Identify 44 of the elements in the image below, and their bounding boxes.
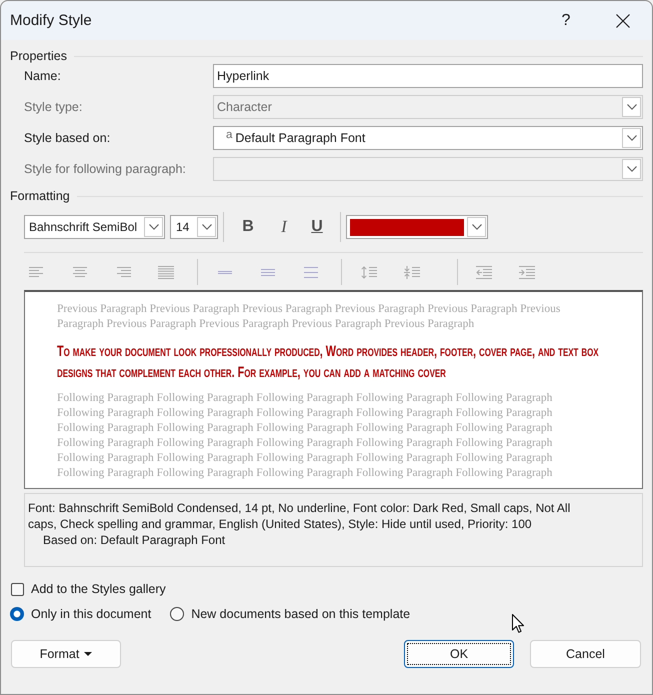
radio-button[interactable] — [170, 607, 184, 621]
section-heading: Formatting — [10, 189, 70, 203]
field-label: Style type: — [24, 100, 84, 114]
dropdown-button[interactable] — [144, 217, 163, 237]
ok-button[interactable]: OK — [404, 640, 514, 668]
checkbox-label[interactable]: Add to the Styles gallery — [31, 582, 166, 596]
field-label: Style for following paragraph: — [24, 162, 187, 176]
caret-down-icon — [84, 652, 92, 656]
mouse-pointer-icon — [512, 614, 524, 633]
dropdown-button[interactable] — [622, 128, 641, 148]
style-description-text: Font: Bahnschrift SemiBold Condensed, 14 pt, No underline, Font color: Dark Red, Small caps, Not All caps, Check spelling and grammar, English (United States), Style: Hide until used, Priority: 100 — [28, 500, 572, 532]
font-color-picker[interactable] — [346, 215, 488, 239]
chevron-down-icon — [626, 135, 636, 141]
radio-label[interactable]: Only in this document — [31, 607, 152, 621]
font-size-dropdown[interactable]: 14 — [170, 215, 218, 239]
chevron-down-icon — [202, 224, 212, 230]
italic-button[interactable]: I — [271, 215, 297, 239]
close-icon — [616, 14, 630, 28]
character-style-marker: a — [226, 129, 232, 141]
text-field[interactable]: Hyperlink — [213, 64, 643, 88]
radio-button[interactable] — [10, 607, 24, 621]
field-label: Style based on: — [24, 131, 112, 145]
previous-paragraph-text: Previous Paragraph Previous Paragraph Previous Paragraph Previous Paragraph Previous Paragraph Previous Paragraph Previous Paragraph Previous Paragraph Previous Paragraph Previous Paragraph — [57, 302, 562, 332]
help-button[interactable]: ? — [551, 6, 581, 36]
format-menu-button[interactable]: Format — [11, 640, 121, 668]
section-heading: Properties — [10, 49, 67, 63]
window-title: Modify Style — [9, 12, 93, 29]
sample-text: To make your document look professionally produced, Word provides header, footer, cover page, and text box designs that complement each other. For example, you can add a matching cover — [57, 342, 600, 383]
font-dropdown[interactable]: Bahnschrift SemiBol — [24, 215, 165, 239]
based-on-text: Based on: Default Paragraph Font — [42, 532, 226, 548]
chevron-down-icon — [626, 166, 636, 172]
dropdown-field[interactable]: a Default Paragraph Font — [213, 126, 643, 150]
chevron-down-icon — [626, 104, 636, 110]
chevron-down-icon — [472, 224, 482, 230]
radio-label[interactable]: New documents based on this template — [191, 607, 410, 621]
field-label: Name: — [24, 69, 62, 83]
bold-button[interactable]: B — [235, 215, 261, 239]
checkbox[interactable] — [11, 582, 24, 596]
dropdown-button[interactable] — [197, 217, 216, 237]
dropdown-button[interactable] — [467, 217, 486, 237]
cancel-button[interactable]: Cancel — [530, 640, 641, 668]
following-paragraph-text: Following Paragraph Following Paragraph Following Paragraph Following Paragraph Following Paragraph Following Paragraph Following Paragraph Following Paragraph Following Paragraph Following Paragraph Following Paragraph Following Paragraph Following Paragraph Following Paragraph Following Paragraph Following Paragraph Following Paragraph Following Paragraph Following Paragraph Following Paragraph Following Paragraph Following Paragraph Following Paragraph Following Paragraph Following Paragraph Following Paragraph Following Paragraph Following Paragraph Following Paragraph Following Paragraph — [57, 391, 554, 481]
chevron-down-icon — [148, 224, 158, 230]
underline-button[interactable]: U — [304, 215, 330, 239]
